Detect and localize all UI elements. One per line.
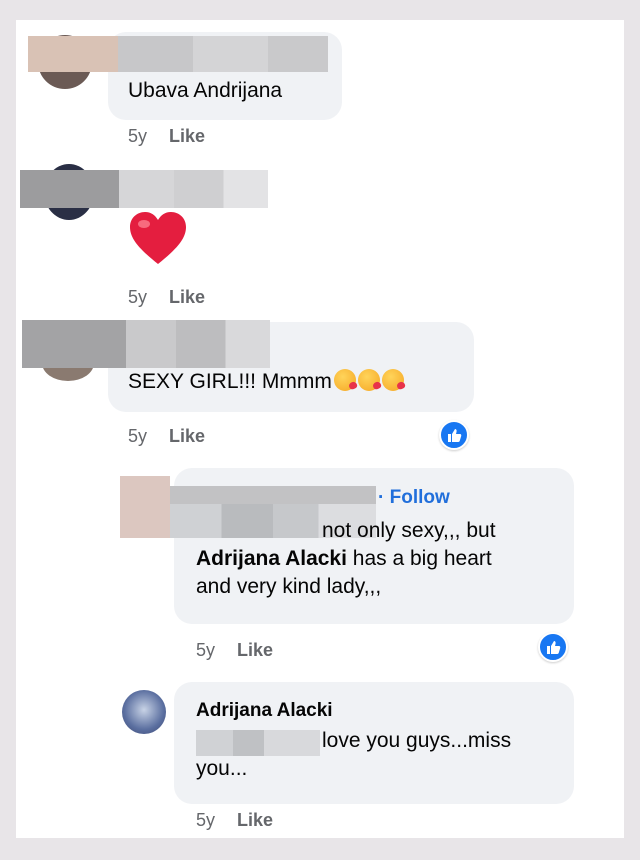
comment-timestamp[interactable]: 5y — [128, 126, 147, 146]
comment-actions: 5y Like — [128, 287, 205, 308]
author-name[interactable]: Adrijana Alacki — [196, 700, 333, 722]
like-reaction-icon[interactable] — [439, 420, 469, 450]
reply-actions: 5y Like — [196, 640, 273, 661]
reply-line: you... — [196, 757, 248, 780]
reply-line: not only sexy,,, but — [322, 519, 496, 542]
like-button[interactable]: Like — [169, 426, 205, 446]
reply-timestamp[interactable]: 5y — [196, 810, 215, 830]
mentioned-user-link[interactable]: Adrijana Alacki — [196, 547, 347, 570]
reply-line: love you guys...miss — [322, 729, 512, 752]
like-button[interactable]: Like — [237, 640, 273, 660]
comment-body: SEXY GIRL!!! Mmmm — [128, 370, 332, 393]
reply-timestamp[interactable]: 5y — [196, 640, 215, 660]
comments-panel: Ubava Andrijana 5y Like 5y Like SEXY GIRL!… — [16, 20, 624, 838]
reply-line: Adrijana Alacki has a big heart — [196, 545, 566, 573]
blurred-replier-avatar[interactable] — [120, 476, 170, 538]
reply-text: not only sexy,,, but Adrijana Alacki has… — [196, 517, 566, 601]
blurred-commenter-name[interactable] — [28, 36, 328, 72]
reply-line-text: has a big heart — [346, 547, 492, 570]
reply-text: love you guys...miss you... — [196, 727, 566, 783]
kissing-heart-emoji — [333, 369, 356, 391]
comment-timestamp[interactable]: 5y — [128, 426, 147, 446]
comment-timestamp[interactable]: 5y — [128, 287, 147, 307]
comment-actions: 5y Like — [128, 126, 205, 147]
like-button[interactable]: Like — [169, 287, 205, 307]
heart-emoji — [128, 210, 188, 271]
comment-text: Ubava Andrijana — [128, 79, 283, 102]
follow-button[interactable]: · Follow — [378, 487, 450, 509]
like-button[interactable]: Like — [169, 126, 205, 146]
author-avatar[interactable] — [122, 690, 166, 734]
like-button[interactable]: Like — [237, 810, 273, 830]
comment-actions: 5y Like — [128, 426, 205, 447]
kissing-heart-emoji — [381, 369, 404, 391]
comment-text: SEXY GIRL!!! Mmmm — [128, 368, 404, 396]
like-reaction-icon[interactable] — [538, 632, 568, 662]
kissing-heart-emoji — [357, 369, 380, 391]
blurred-commenter-name[interactable] — [20, 170, 268, 208]
reply-line: and very kind lady,,, — [196, 575, 382, 598]
blurred-commenter-name[interactable] — [22, 320, 270, 368]
reply-actions: 5y Like — [196, 810, 273, 831]
